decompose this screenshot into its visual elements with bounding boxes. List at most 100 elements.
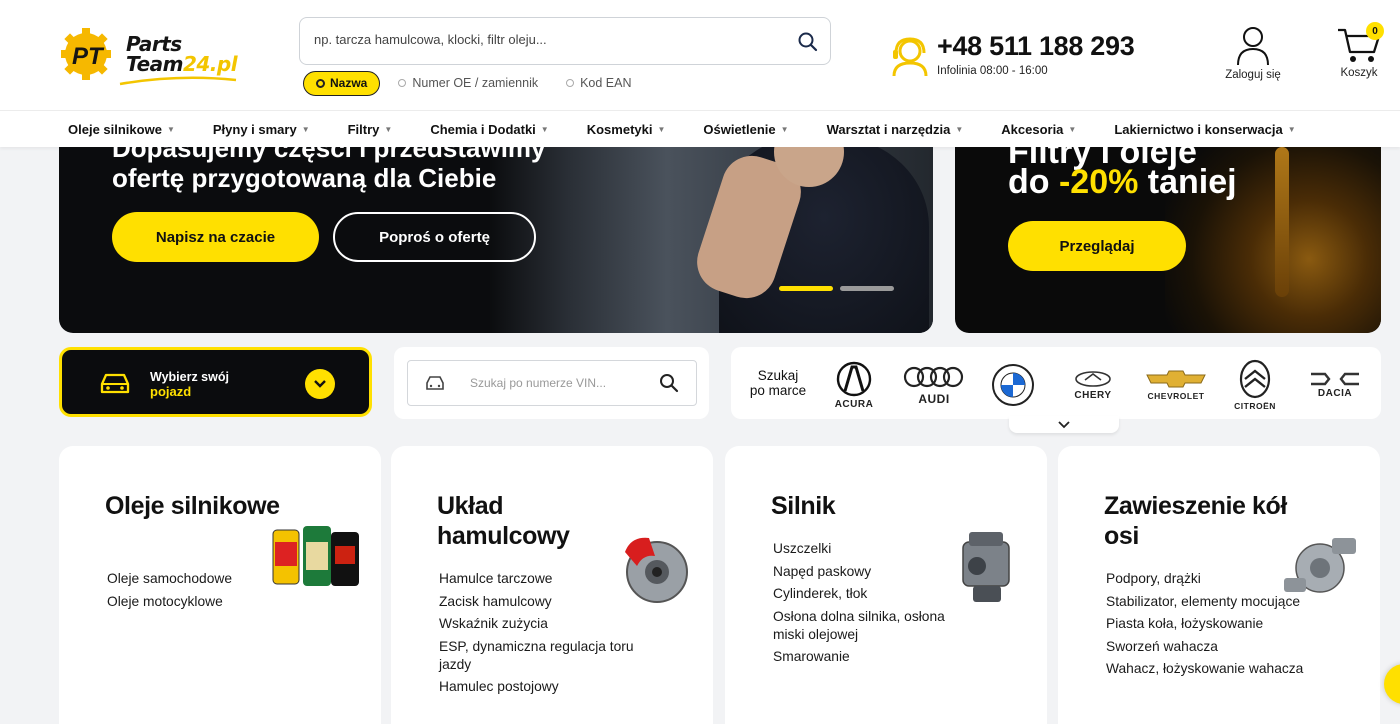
- nav-item-plyny[interactable]: Płyny i smary ▼: [213, 122, 310, 137]
- search-icon[interactable]: [658, 372, 680, 394]
- slider-dot-active[interactable]: [779, 286, 833, 291]
- vin-search-panel: [394, 347, 709, 419]
- dacia-logo-icon: [1311, 372, 1359, 385]
- acura-logo-icon: [836, 361, 872, 396]
- car-icon: [100, 373, 130, 394]
- brand-citroen[interactable]: CITROËN: [1223, 357, 1287, 413]
- card-link[interactable]: Uszczelki: [773, 540, 973, 558]
- site-header: PT Parts Team24.pl Nazwa Numer OE / zami…: [0, 0, 1400, 110]
- chevron-down-icon: ▼: [540, 125, 549, 134]
- phone-support-icon: [892, 37, 928, 77]
- search-box: [299, 17, 831, 65]
- brand-bmw[interactable]: [990, 357, 1036, 413]
- nav-item-warsztat[interactable]: Warsztat i narzędzia ▼: [827, 122, 964, 137]
- chevron-down-icon: ▼: [780, 125, 789, 134]
- wheel-hub-image: [1284, 538, 1356, 593]
- card-link[interactable]: Wahacz, łożyskowanie wahacza: [1106, 660, 1306, 678]
- cart-label: Koszyk: [1340, 67, 1378, 79]
- chevron-down-icon: ▼: [1068, 125, 1077, 134]
- card-link[interactable]: Podpory, drążki: [1106, 570, 1306, 588]
- card-link[interactable]: Piasta koła, łożyskowanie: [1106, 615, 1306, 633]
- chevron-down-icon: ▼: [384, 125, 393, 134]
- nav-item-chemia[interactable]: Chemia i Dodatki ▼: [430, 122, 548, 137]
- oil-drip: [1275, 147, 1289, 297]
- radio-icon: [566, 79, 575, 87]
- browse-button[interactable]: Przeglądaj: [1008, 221, 1186, 271]
- chevron-down-icon: ▼: [1287, 125, 1296, 134]
- nav-item-oleje[interactable]: Oleje silnikowe ▼: [68, 122, 175, 137]
- category-card-zawieszenie[interactable]: Zawieszenie kół osi Podpory, drążki Stab…: [1058, 446, 1380, 724]
- login-button[interactable]: Zaloguj się: [1220, 26, 1286, 86]
- user-icon: [1237, 27, 1269, 66]
- vehicle-label-accent: pojazd: [150, 384, 192, 399]
- nav-item-filtry[interactable]: Filtry ▼: [348, 122, 393, 137]
- search-mode-options: Nazwa Numer OE / zamiennik Kod EAN: [303, 70, 632, 96]
- chery-logo-icon: [1075, 370, 1111, 387]
- vin-input[interactable]: [470, 376, 640, 390]
- logo-swoosh: [119, 76, 237, 86]
- banner-headline: ofertę przygotowaną dla Ciebie: [112, 163, 497, 193]
- nav-item-akcesoria[interactable]: Akcesoria ▼: [1001, 122, 1076, 137]
- slider-dot[interactable]: [840, 286, 894, 291]
- svg-text:PT: PT: [72, 43, 105, 70]
- radio-icon: [398, 79, 407, 87]
- engine-oil-bottles-image: [272, 526, 359, 586]
- card-link[interactable]: Osłona dolna silnika, osłona miski olejo…: [773, 608, 973, 644]
- card-link[interactable]: ESP, dynamiczna regulacja toru jazdy: [439, 638, 639, 674]
- brands-label: Szukaj po marce: [749, 368, 807, 398]
- card-title[interactable]: Zawieszenie kół osi: [1104, 491, 1304, 551]
- category-card-oleje[interactable]: Oleje silnikowe Oleje samochodowe Oleje …: [59, 446, 381, 724]
- search-mode-name[interactable]: Nazwa: [303, 70, 381, 96]
- search-mode-oe[interactable]: Numer OE / zamiennik: [398, 76, 538, 90]
- card-links: Podpory, drążki Stabilizator, elementy m…: [1106, 570, 1306, 683]
- category-nav: Oleje silnikowe ▼ Płyny i smary ▼ Filtry ▼ …: [0, 110, 1400, 147]
- vehicle-selector[interactable]: Wybierz swój pojazd: [59, 347, 372, 417]
- brand-chevrolet[interactable]: CHEVROLET: [1141, 357, 1211, 413]
- banner-headline-top: Dopasujemy części i przedstawimy: [112, 147, 546, 163]
- brand-strip: Szukaj po marce ACURA AUDI CHERY CHEVROLE…: [731, 347, 1381, 419]
- phone-hours: Infolinia 08:00 - 16:00: [937, 65, 1048, 77]
- request-offer-button[interactable]: Poproś o ofertę: [333, 212, 536, 262]
- search-input[interactable]: [314, 32, 784, 47]
- card-link[interactable]: Sworzeń wahacza: [1106, 638, 1306, 656]
- card-title[interactable]: Oleje silnikowe: [105, 491, 305, 521]
- card-title[interactable]: Układ hamulcowy: [437, 491, 637, 551]
- card-link[interactable]: Zacisk hamulcowy: [439, 593, 639, 611]
- cart-count-badge: 0: [1366, 22, 1384, 40]
- card-link[interactable]: Stabilizator, elementy mocujące: [1106, 593, 1306, 611]
- search-mode-ean[interactable]: Kod EAN: [566, 76, 632, 90]
- category-card-hamulce[interactable]: Układ hamulcowy Hamulce tarczowe Zacisk …: [391, 446, 713, 724]
- chevron-down-icon: [1058, 420, 1070, 428]
- card-link[interactable]: Oleje motocyklowe: [107, 593, 307, 611]
- car-icon: [426, 376, 444, 390]
- brands-expand-toggle[interactable]: [1009, 416, 1119, 433]
- nav-item-oswietlenie[interactable]: Oświetlenie ▼: [703, 122, 788, 137]
- brand-acura[interactable]: ACURA: [829, 357, 879, 413]
- search-icon[interactable]: [796, 30, 820, 54]
- card-link[interactable]: Smarowanie: [773, 648, 973, 666]
- cart-button[interactable]: Koszyk 0: [1334, 22, 1384, 86]
- chat-help-bubble[interactable]: [1384, 664, 1400, 704]
- card-title[interactable]: Silnik: [771, 491, 971, 521]
- chevron-down-icon: ▼: [166, 125, 175, 134]
- chevron-down-icon[interactable]: [305, 369, 335, 399]
- audi-logo-icon: [903, 366, 964, 388]
- brand-audi[interactable]: AUDI: [901, 357, 967, 413]
- logo[interactable]: PT Parts Team24.pl: [58, 24, 243, 90]
- chat-button[interactable]: Napisz na czacie: [112, 212, 319, 262]
- bmw-logo-icon: [992, 364, 1034, 406]
- nav-item-kosmetyki[interactable]: Kosmetyki ▼: [587, 122, 666, 137]
- card-link[interactable]: Hamulce tarczowe: [439, 570, 639, 588]
- card-link[interactable]: Cylinderek, tłok: [773, 585, 973, 603]
- logo-word-team: Team24.pl: [126, 52, 238, 76]
- card-link[interactable]: Hamulec postojowy: [439, 678, 639, 696]
- promo-banner: Filtry i oleje do -20% taniej Przeglądaj: [955, 147, 1381, 333]
- brand-dacia[interactable]: DACIA: [1305, 357, 1365, 413]
- nav-item-lakiernictwo[interactable]: Lakiernictwo i konserwacja ▼: [1114, 122, 1295, 137]
- card-link[interactable]: Napęd paskowy: [773, 563, 973, 581]
- category-card-silnik[interactable]: Silnik Uszczelki Napęd paskowy Cylindere…: [725, 446, 1047, 724]
- chevron-down-icon: ▼: [301, 125, 310, 134]
- brand-chery[interactable]: CHERY: [1061, 357, 1125, 413]
- card-link[interactable]: Wskaźnik zużycia: [439, 615, 639, 633]
- phone-number[interactable]: +48 511 188 293: [937, 31, 1135, 62]
